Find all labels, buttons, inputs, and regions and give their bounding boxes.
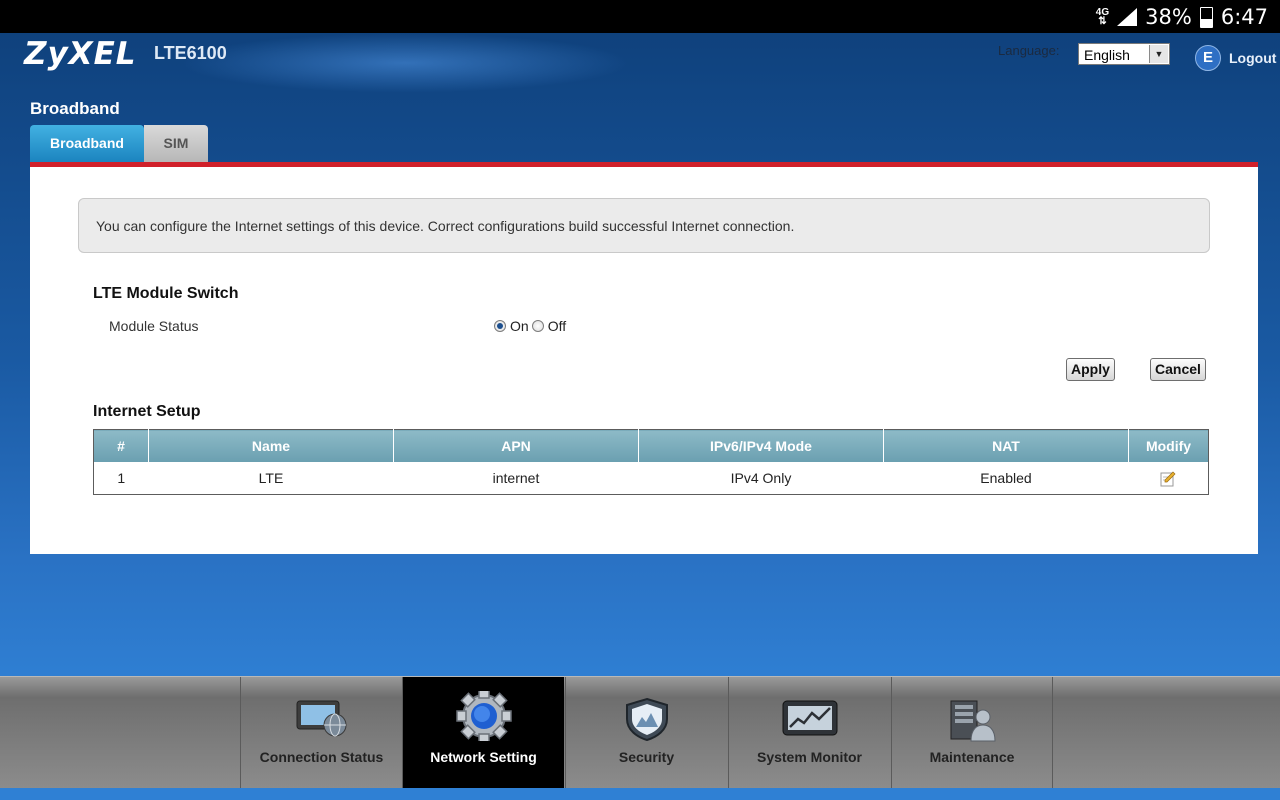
battery-icon xyxy=(1199,6,1213,28)
nav-maintenance[interactable]: Maintenance xyxy=(891,677,1053,789)
column-header-modify: Modify xyxy=(1128,429,1209,462)
radio-on[interactable] xyxy=(494,320,506,332)
logout-button[interactable]: E Logout xyxy=(1195,45,1276,71)
cell-mode: IPv4 Only xyxy=(730,470,792,486)
content-panel: You can configure the Internet settings … xyxy=(30,167,1258,554)
page-title: Broadband xyxy=(30,99,120,118)
logout-icon[interactable]: E xyxy=(1195,45,1221,71)
edit-icon[interactable] xyxy=(1160,471,1176,487)
apply-button[interactable]: Apply xyxy=(1066,358,1115,381)
gear-icon xyxy=(455,691,512,741)
maintenance-icon xyxy=(950,700,996,742)
cell-apn: internet xyxy=(492,470,540,486)
column-header-nat: NAT xyxy=(883,429,1129,462)
nav-connection-status[interactable]: Connection Status xyxy=(240,677,402,789)
internet-setup-title: Internet Setup xyxy=(93,403,201,420)
language-select[interactable]: English ▼ xyxy=(1078,43,1170,65)
column-header-name: Name xyxy=(148,429,394,462)
cancel-button[interactable]: Cancel xyxy=(1150,358,1206,381)
language-value: English xyxy=(1084,47,1130,63)
cell-modify xyxy=(1129,462,1209,495)
nav-label[interactable]: Security xyxy=(566,749,727,765)
nav-network-setting[interactable]: Network Setting xyxy=(402,677,564,789)
bottom-accent-strip xyxy=(0,788,1280,800)
lte-module-switch-title: LTE Module Switch xyxy=(93,285,239,302)
network-type-indicator: 4G ⇅ xyxy=(1095,7,1110,27)
shield-icon xyxy=(625,697,668,741)
column-header-index: # xyxy=(93,429,149,462)
device-model: LTE6100 xyxy=(154,43,227,63)
module-status-radio-group: On Off xyxy=(494,318,569,334)
monitor-globe-icon xyxy=(296,700,346,737)
table-row: 1 LTE internet IPv4 Only Enabled xyxy=(94,462,1209,495)
nav-label[interactable]: Maintenance xyxy=(892,749,1052,765)
tab-bar: Broadband SIM xyxy=(30,125,208,162)
internet-setup-table: # Name APN IPv6/IPv4 Mode NAT Modify 1 L… xyxy=(93,429,1209,495)
tab-sim[interactable]: SIM xyxy=(144,125,208,162)
nav-security[interactable]: Security xyxy=(565,677,727,789)
radio-off-label[interactable]: Off xyxy=(548,318,566,334)
info-box: You can configure the Internet settings … xyxy=(78,198,1210,253)
nav-system-monitor[interactable]: System Monitor xyxy=(728,677,890,789)
nav-label[interactable]: Network Setting xyxy=(403,749,564,765)
cell-name: LTE xyxy=(258,470,284,486)
signal-icon xyxy=(1117,8,1138,26)
module-status-label: Module Status xyxy=(109,318,199,334)
app-header: ZyXEL LTE6100 Language: English ▼ E Logo… xyxy=(0,33,1280,93)
cell-index: 1 xyxy=(117,470,126,486)
android-status-bar: 4G ⇅ 38% 6:47 xyxy=(0,0,1280,33)
table-header-row: # Name APN IPv6/IPv4 Mode NAT Modify xyxy=(93,429,1209,462)
nav-label[interactable]: System Monitor xyxy=(729,749,890,765)
logout-label[interactable]: Logout xyxy=(1229,50,1276,66)
clock: 6:47 xyxy=(1220,5,1268,29)
radio-on-label[interactable]: On xyxy=(510,318,529,334)
column-header-apn: APN xyxy=(393,429,639,462)
column-header-mode: IPv6/IPv4 Mode xyxy=(638,429,884,462)
language-label: Language: xyxy=(998,43,1060,58)
battery-percent: 38% xyxy=(1145,5,1192,29)
cell-nat: Enabled xyxy=(980,470,1032,486)
tab-broadband[interactable]: Broadband xyxy=(30,125,144,162)
bottom-nav: Connection Status Network Setting Securi… xyxy=(0,676,1280,789)
header-glow xyxy=(180,33,630,93)
brand-logo: ZyXEL xyxy=(24,36,137,72)
chevron-down-icon[interactable]: ▼ xyxy=(1149,45,1168,63)
nav-label[interactable]: Connection Status xyxy=(241,749,402,765)
chart-monitor-icon xyxy=(782,700,837,736)
radio-off[interactable] xyxy=(531,320,544,332)
info-text: You can configure the Internet settings … xyxy=(96,218,795,234)
